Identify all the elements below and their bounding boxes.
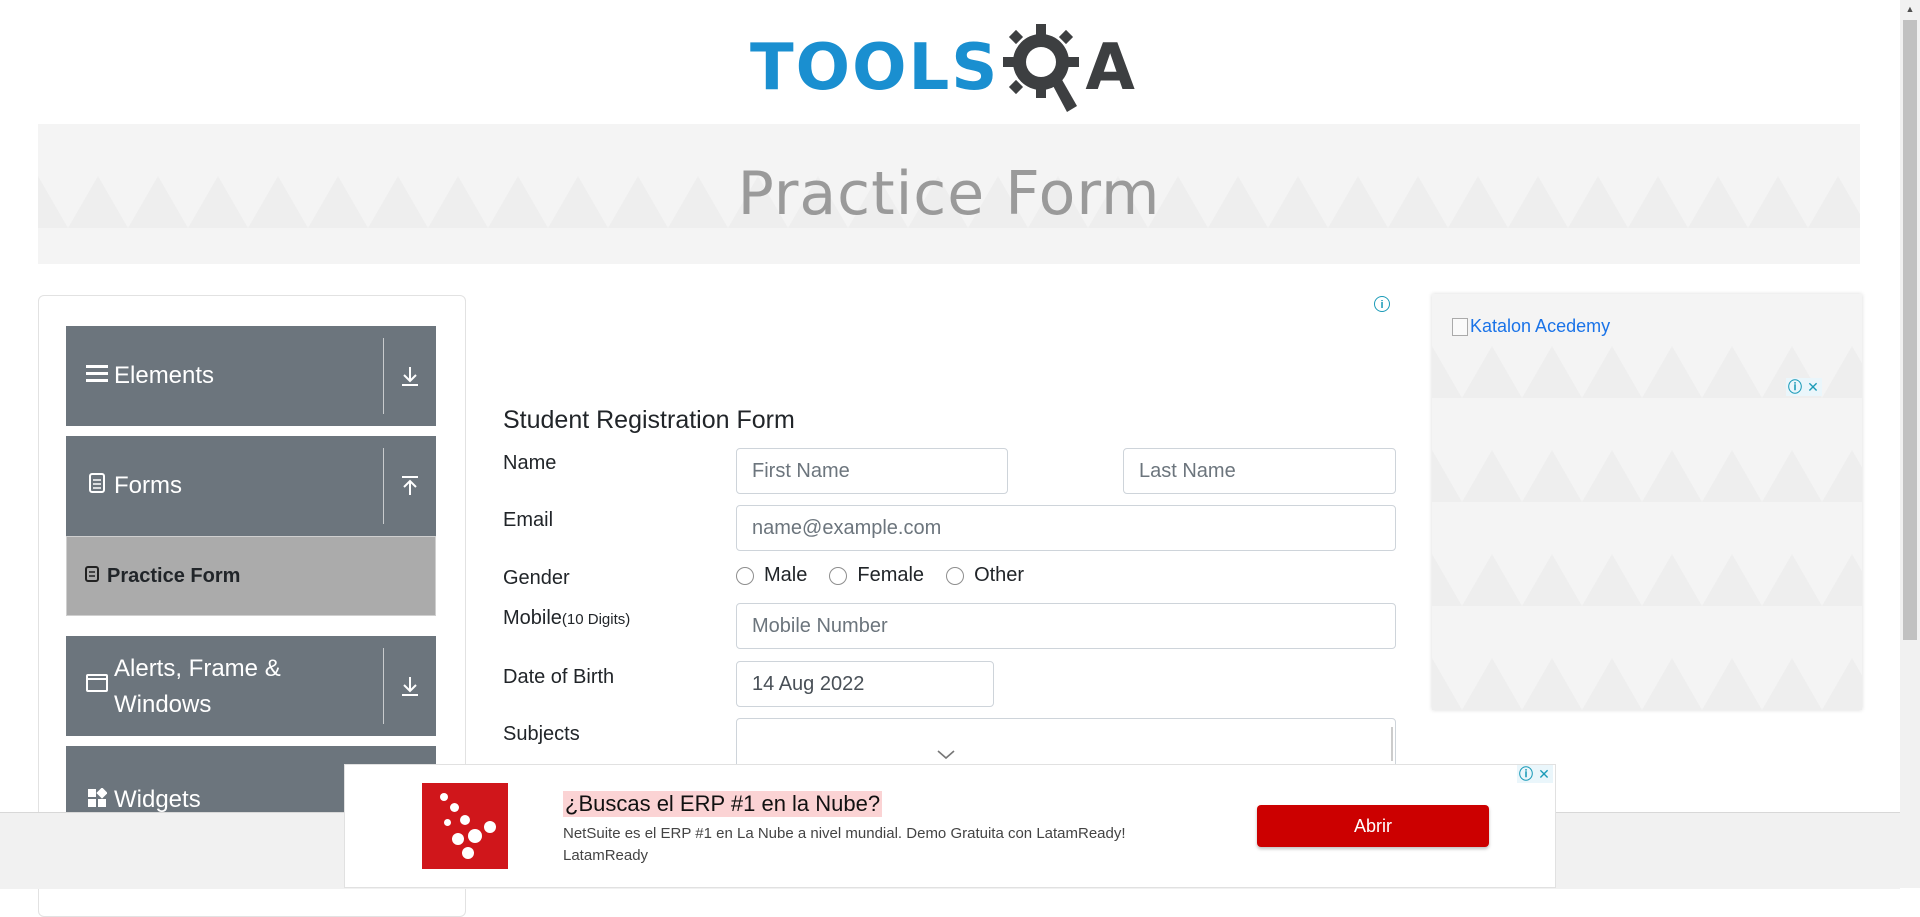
window-icon	[86, 674, 108, 698]
broken-image[interactable]: Katalon Acedemy	[1452, 316, 1610, 337]
download-arrow-icon[interactable]	[384, 326, 436, 426]
subjects-input[interactable]	[736, 718, 1396, 768]
mobile-label: Mobile(10 Digits)	[503, 607, 630, 630]
hamburger-icon	[86, 363, 108, 389]
radio-label: Other	[974, 564, 1025, 586]
radio-circle[interactable]	[829, 566, 848, 585]
last-name-input[interactable]	[1123, 448, 1396, 494]
broken-image-icon	[1452, 317, 1468, 336]
page-title: Practice Form	[737, 159, 1161, 229]
dob-label: Date of Birth	[503, 666, 615, 688]
toolsqa-logo[interactable]: TOOLS A	[750, 20, 1156, 116]
side-ad[interactable]: Katalon Acedemy ⓘ ✕	[1432, 294, 1862, 710]
gender-label: Gender	[503, 567, 570, 589]
email-label: Email	[503, 509, 554, 531]
mobile-input[interactable]	[736, 603, 1396, 649]
ad-info-icon[interactable]: ⓘ	[1517, 765, 1535, 783]
open-button[interactable]: Abrir	[1257, 805, 1489, 847]
subjects-label: Subjects	[503, 723, 580, 745]
first-name-input[interactable]	[736, 448, 1008, 494]
document-icon	[86, 473, 108, 499]
gear-magnifier-icon	[1003, 24, 1080, 112]
scrollbar[interactable]: ▲	[1900, 0, 1920, 888]
ad-description: NetSuite es el ERP #1 en La Nube a nivel…	[563, 825, 1126, 864]
name-label: Name	[503, 452, 557, 474]
widgets-icon	[86, 787, 108, 814]
radio-label: Male	[764, 564, 808, 586]
email-input[interactable]	[736, 505, 1396, 551]
close-icon[interactable]: ✕	[1804, 378, 1822, 396]
mobile-hint: (10 Digits)	[561, 611, 631, 628]
scroll-up-icon[interactable]: ▲	[1900, 0, 1920, 18]
gender-other-radio[interactable]: Other	[946, 564, 1024, 587]
upload-arrow-icon[interactable]	[384, 436, 436, 536]
ad-controls: ⓘ ✕	[1517, 765, 1553, 783]
divider	[1391, 727, 1393, 761]
logo-tools-text: TOOLS	[750, 31, 1000, 105]
bottom-ad[interactable]: ⓘ ✕ ¿Buscas el ERP #1 en la Nube? NetSui…	[344, 764, 1556, 888]
radio-circle[interactable]	[736, 566, 754, 585]
chevron-down-icon[interactable]	[937, 747, 955, 765]
sidebar-item-practice-form[interactable]: Practice Form	[66, 536, 436, 616]
form-icon	[85, 565, 99, 587]
image-alt-text: Katalon Acedemy	[1470, 316, 1611, 336]
gender-female-radio[interactable]: Female	[829, 564, 924, 587]
ad-info-icon[interactable]: ⓘ	[1786, 378, 1804, 396]
netsuite-logo	[422, 783, 508, 869]
sidebar-group-alerts[interactable]: Alerts, Frame & Windows	[66, 636, 436, 736]
gender-radio-group: Male Female Other	[736, 564, 1046, 587]
scroll-thumb[interactable]	[1903, 20, 1917, 640]
form-title: Student Registration Form	[503, 406, 795, 434]
ad-controls: ⓘ ✕	[1786, 378, 1822, 396]
gender-male-radio[interactable]: Male	[736, 564, 807, 587]
mobile-label-text: Mobile	[503, 607, 562, 629]
logo-qa-text: A	[1085, 31, 1137, 105]
close-icon[interactable]: ✕	[1535, 765, 1553, 783]
ad-headline[interactable]: ¿Buscas el ERP #1 en la Nube?	[563, 791, 883, 817]
date-of-birth-input[interactable]	[736, 661, 994, 707]
page-banner: Practice Form	[38, 124, 1860, 264]
sidebar-group-elements[interactable]: Elements	[66, 326, 436, 426]
download-arrow-icon[interactable]	[384, 636, 436, 736]
radio-label: Female	[857, 564, 925, 586]
radio-circle[interactable]	[946, 566, 965, 585]
sidebar-group-forms[interactable]: Forms	[66, 436, 436, 536]
sidebar-item-label: Practice Form	[107, 564, 241, 587]
ad-info-icon[interactable]: i	[1374, 296, 1390, 312]
